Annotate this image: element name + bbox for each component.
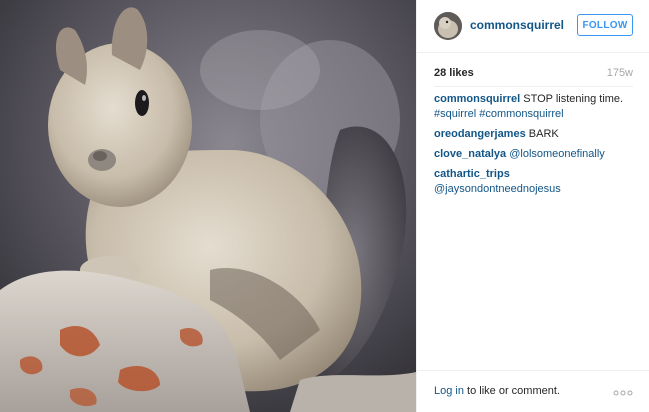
comments-list: commonsquirrel STOP listening time. #squ… <box>434 92 637 202</box>
comment-username[interactable]: clove_natalya <box>434 148 506 160</box>
squirrel-image <box>0 0 416 412</box>
comment-mention[interactable]: @lolsomeonefinally <box>509 148 605 160</box>
comment-username[interactable]: oreodangerjames <box>434 128 526 140</box>
avatar-image <box>434 12 462 40</box>
post-stats: 28 likes 175w <box>434 60 633 87</box>
comment-text: BARK <box>528 128 559 140</box>
post-side-panel: commonsquirrel FOLLOW 28 likes 175w comm… <box>416 0 649 412</box>
avatar[interactable] <box>434 12 462 40</box>
post-photo[interactable] <box>0 0 416 412</box>
comment-item: cathartic_trips @jaysondontneednojesus <box>434 167 637 197</box>
login-prompt-text: to like or comment. <box>463 385 560 397</box>
caption-hashtags[interactable]: #squirrel #commonsquirrel <box>434 108 564 120</box>
more-horizontal-icon[interactable] <box>613 385 633 396</box>
post-header: commonsquirrel FOLLOW <box>417 0 649 53</box>
comment-username[interactable]: cathartic_trips <box>434 168 510 180</box>
post-time[interactable]: 175w <box>607 67 633 79</box>
likes-count[interactable]: 28 likes <box>434 67 474 79</box>
login-link[interactable]: Log in <box>434 385 464 397</box>
follow-button[interactable]: FOLLOW <box>577 14 633 36</box>
post-footer: Log in to like or comment. <box>417 370 649 412</box>
comment-mention[interactable]: @jaysondontneednojesus <box>434 183 561 195</box>
comment-item: clove_natalya @lolsomeonefinally <box>434 147 637 162</box>
caption-username[interactable]: commonsquirrel <box>434 93 520 105</box>
comment-item: oreodangerjames BARK <box>434 127 637 142</box>
caption: commonsquirrel STOP listening time. #squ… <box>434 92 637 122</box>
caption-text: STOP listening time. <box>523 93 624 105</box>
login-prompt: Log in to like or comment. <box>434 385 560 397</box>
header-username[interactable]: commonsquirrel <box>470 18 564 32</box>
